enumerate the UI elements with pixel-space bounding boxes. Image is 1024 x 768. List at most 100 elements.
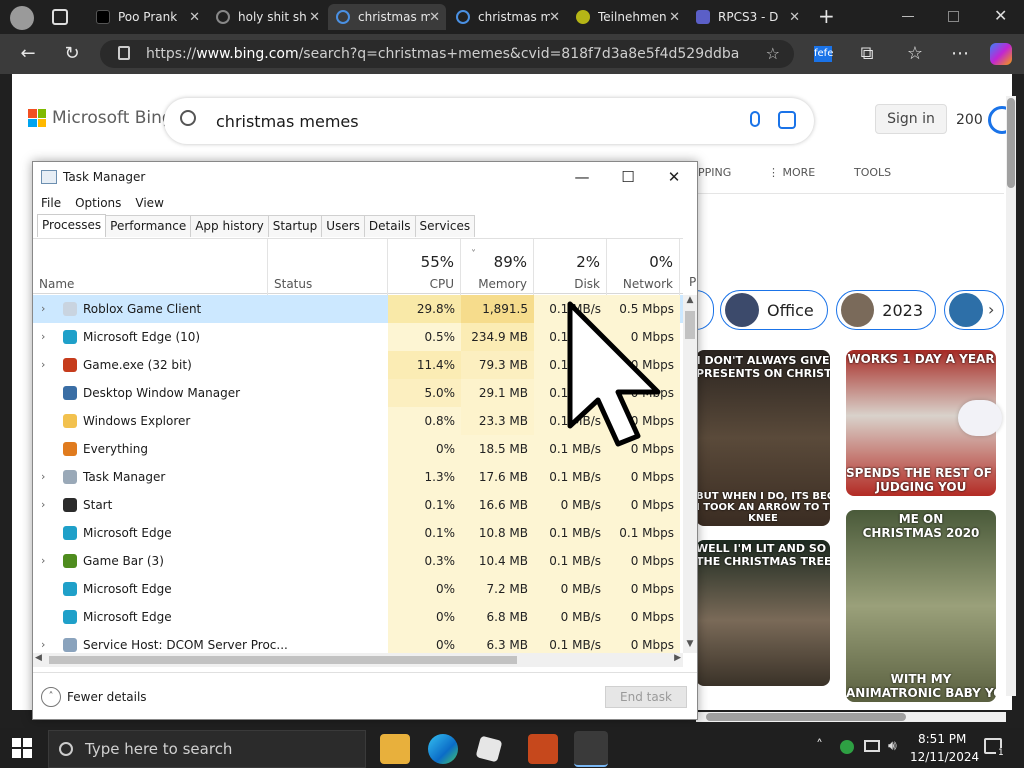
close-tab-icon[interactable]: ✕ — [309, 10, 320, 25]
col-status[interactable]: Status — [268, 239, 388, 295]
process-row[interactable]: Microsoft Edge 0.1% 10.8 MB 0.1 MB/s 0.1 Mbp… — [33, 519, 683, 547]
refresh-icon[interactable]: ↻ — [60, 43, 84, 64]
profile-avatar[interactable] — [10, 6, 34, 30]
nav-tools[interactable]: TOOLS — [854, 166, 891, 179]
h-scroll-thumb[interactable] — [49, 656, 517, 664]
file-explorer-icon[interactable] — [380, 734, 410, 764]
col-memory[interactable]: ˅ 89% Memory — [461, 239, 534, 295]
browser-tab-5[interactable]: Teilnehmen ✕ — [568, 4, 686, 30]
copilot-icon[interactable] — [990, 43, 1012, 65]
network-icon[interactable] — [864, 740, 880, 752]
taskbar-date[interactable]: 12/11/2024 — [910, 750, 979, 764]
close-tab-icon[interactable]: ✕ — [549, 10, 560, 25]
taskbar-time[interactable]: 8:51 PM — [918, 732, 966, 746]
back-arrow-icon[interactable]: ← — [16, 43, 40, 64]
fewer-details-icon[interactable]: ˄ — [41, 687, 61, 707]
expand-chevron-icon[interactable]: › — [41, 463, 45, 491]
menu-file[interactable]: File — [41, 196, 61, 210]
meme-image-4[interactable]: ME ON CHRISTMAS 2020 WITH MY ANIMATRONIC… — [846, 510, 996, 702]
process-row[interactable]: Microsoft Edge 0% 6.8 MB 0 MB/s 0 Mbps — [33, 603, 683, 631]
menu-view[interactable]: View — [135, 196, 163, 210]
tab-details[interactable]: Details — [363, 215, 416, 237]
taskbar-search-box[interactable]: Type here to search — [48, 730, 366, 768]
browser-tab-1[interactable]: Poo Prank ✕ — [88, 4, 206, 30]
browser-tab-2[interactable]: holy shit sh ✕ — [208, 4, 326, 30]
nav-shopping[interactable]: PPING — [698, 166, 731, 179]
new-tab-button[interactable]: + — [818, 4, 835, 28]
minimize-button[interactable]: — — [559, 162, 605, 192]
user-status-icon[interactable] — [840, 740, 854, 754]
expand-chevron-icon[interactable]: › — [41, 323, 45, 351]
extensions-puzzle-icon[interactable]: ⧉ — [855, 43, 879, 64]
scroll-right-icon[interactable]: ▶ — [674, 653, 681, 663]
end-task-button[interactable]: End task — [605, 686, 687, 708]
expand-chevron-icon[interactable]: › — [41, 547, 45, 575]
edge-icon[interactable] — [428, 734, 458, 764]
nav-more[interactable]: ⋮ MORE — [768, 166, 815, 179]
tab-app-history[interactable]: App history — [190, 215, 269, 237]
browser-tab-6[interactable]: RPCS3 - D ✕ — [688, 4, 806, 30]
restore-window-icon[interactable] — [948, 11, 959, 22]
title-bar[interactable]: Task Manager — ☐ ✕ — [33, 162, 697, 192]
process-row[interactable]: Microsoft Edge 0% 7.2 MB 0 MB/s 0 Mbps — [33, 575, 683, 603]
url-bar[interactable]: https:// www.bing.com /search?q=christma… — [100, 40, 794, 68]
process-row[interactable]: › Start 0.1% 16.6 MB 0 MB/s 0 Mbps — [33, 491, 683, 519]
col-cpu[interactable]: 55% CPU — [388, 239, 461, 295]
col-network[interactable]: 0% Network — [607, 239, 680, 295]
extension-icon[interactable]: fefe — [814, 46, 833, 62]
sign-in-button[interactable]: Sign in — [875, 104, 947, 134]
close-tab-icon[interactable]: ✕ — [189, 10, 200, 25]
process-row[interactable]: › Game Bar (3) 0.3% 10.4 MB 0.1 MB/s 0 Mbps — [33, 547, 683, 575]
expand-chevron-icon[interactable]: › — [41, 631, 45, 653]
page-scrollbar[interactable] — [1006, 96, 1016, 696]
close-tab-icon[interactable]: ✕ — [429, 10, 440, 25]
related-pill-2023[interactable]: 2023 — [836, 290, 936, 330]
tab-services[interactable]: Services — [414, 215, 476, 237]
tab-users[interactable]: Users — [321, 215, 365, 237]
process-row[interactable]: › Task Manager 1.3% 17.6 MB 0.1 MB/s 0 Mbps — [33, 463, 683, 491]
fewer-details-link[interactable]: Fewer details — [67, 690, 147, 704]
bing-logo[interactable]: Microsoft Bing — [28, 108, 173, 128]
col-name[interactable]: Name — [33, 239, 268, 295]
pills-next-icon[interactable]: › — [988, 300, 994, 319]
close-tab-icon[interactable]: ✕ — [789, 10, 800, 25]
favorites-icon[interactable]: ☆ — [903, 43, 927, 64]
col-power-label[interactable]: P — [689, 275, 696, 289]
more-menu-icon[interactable]: ⋯ — [948, 43, 972, 64]
browser-tab-4[interactable]: christmas m ✕ — [448, 4, 566, 30]
search-input[interactable]: christmas memes — [164, 98, 814, 144]
scroll-thumb[interactable] — [685, 311, 695, 339]
expand-chevron-icon[interactable]: › — [41, 351, 45, 379]
visual-search-icon[interactable] — [778, 111, 796, 129]
close-tab-icon[interactable]: ✕ — [669, 10, 680, 25]
task-manager-taskbar-icon[interactable] — [574, 731, 608, 767]
expand-chevron-icon[interactable]: › — [41, 491, 45, 519]
related-pill-office[interactable]: Office — [720, 290, 828, 330]
tab-processes[interactable]: Processes — [37, 214, 107, 237]
tab-actions-icon[interactable] — [52, 9, 68, 25]
scroll-left-icon[interactable]: ◀ — [35, 653, 42, 663]
favorite-star-icon[interactable]: ☆ — [766, 44, 780, 63]
volume-icon[interactable]: 🔊︎ — [888, 738, 897, 754]
tab-startup[interactable]: Startup — [267, 215, 323, 237]
menu-options[interactable]: Options — [75, 196, 121, 210]
rewards-points[interactable]: 200 — [956, 112, 983, 128]
show-hidden-icons[interactable]: ˄ — [816, 738, 823, 754]
start-button[interactable] — [12, 738, 32, 758]
close-button[interactable]: ✕ — [651, 162, 697, 192]
related-pill-more[interactable] — [944, 290, 1004, 330]
meme-image-1[interactable]: I DON'T ALWAYS GIVE PRESENTS ON CHRISTMA… — [696, 350, 830, 526]
microphone-icon[interactable] — [750, 111, 760, 127]
meme-image-3[interactable]: WELL I'M LIT AND SO IS THE CHRISTMAS TRE… — [696, 540, 830, 686]
scroll-down-icon[interactable]: ▼ — [683, 639, 697, 653]
horizontal-scrollbar[interactable]: ◀ ▶ — [33, 653, 683, 667]
expand-chevron-icon[interactable]: › — [41, 295, 45, 323]
col-disk[interactable]: 2% Disk — [534, 239, 607, 295]
maximize-button[interactable]: ☐ — [605, 162, 651, 192]
page-h-scrollbar[interactable] — [696, 712, 1006, 722]
close-window-icon[interactable]: ✕ — [994, 6, 1007, 25]
process-row[interactable]: › Service Host: DCOM Server Proc... 0% 6.3 … — [33, 631, 683, 653]
copilot-floating-icon[interactable] — [958, 400, 1002, 436]
tab-performance[interactable]: Performance — [105, 215, 192, 237]
browser-tab-3[interactable]: christmas m ✕ — [328, 4, 446, 30]
